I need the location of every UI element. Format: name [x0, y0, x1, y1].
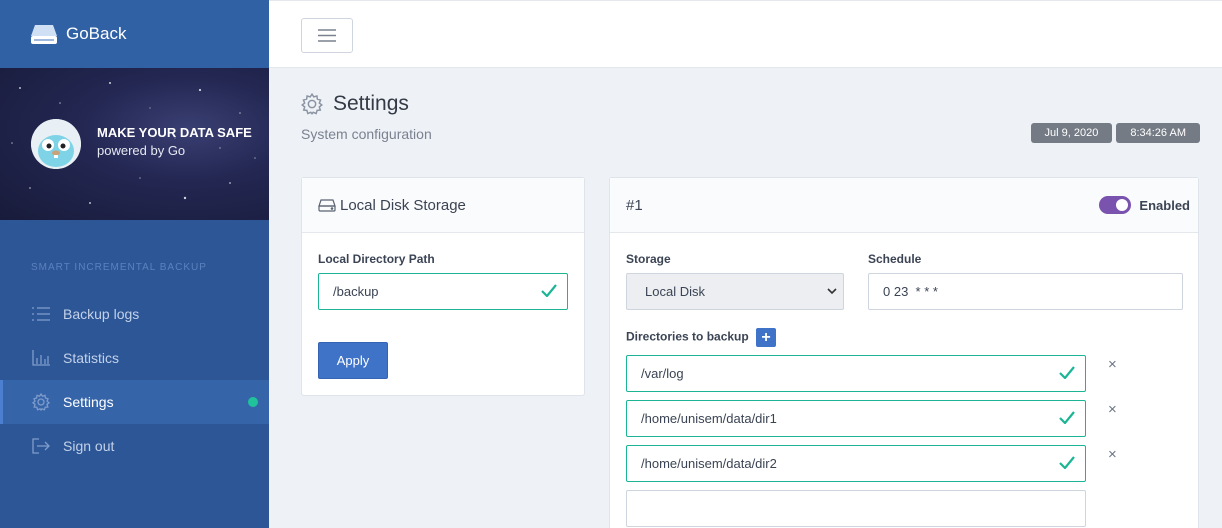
- check-icon: [1059, 456, 1075, 469]
- storage-label: Storage: [626, 252, 671, 266]
- path-label: Local Directory Path: [318, 252, 435, 266]
- local-path-input[interactable]: /backup: [318, 273, 568, 310]
- hamburger-icon: [318, 29, 336, 42]
- select-value: Local Disk: [645, 284, 705, 299]
- backup-job-card: #1 Enabled Storage Local Disk Schedule 0…: [609, 177, 1199, 528]
- remove-directory-button[interactable]: ×: [1108, 446, 1117, 463]
- sidebar-item-settings[interactable]: Settings: [0, 380, 269, 424]
- hard-drive-icon: [318, 198, 336, 212]
- time-badge: 8:34:26 AM: [1116, 123, 1200, 143]
- chevron-down-icon: [827, 288, 837, 295]
- directory-input[interactable]: /home/unisem/data/dir2: [626, 445, 1086, 482]
- gear-icon: [301, 93, 323, 115]
- card-header: Local Disk Storage: [302, 178, 584, 233]
- hero-banner: MAKE YOUR DATA SAFE powered by Go: [0, 68, 269, 220]
- gear-icon: [31, 392, 51, 412]
- enabled-toggle[interactable]: [1099, 196, 1132, 214]
- schedule-input[interactable]: 0 23 * * *: [868, 273, 1183, 310]
- gopher-avatar: [31, 119, 81, 169]
- app-name: GoBack: [66, 24, 127, 43]
- storage-select[interactable]: Local Disk: [626, 273, 844, 310]
- sidebar-item-statistics[interactable]: Statistics: [0, 336, 269, 380]
- enabled-toggle-group[interactable]: Enabled: [1099, 196, 1190, 214]
- directories-label: Directories to backup +: [626, 328, 777, 347]
- topbar: [269, 0, 1222, 68]
- sidebar-nav: Backup logs Statistics Settings Sign out: [0, 292, 269, 468]
- job-title: #1: [626, 196, 643, 214]
- sidebar-item-label: Backup logs: [63, 306, 140, 322]
- sidebar-item-label: Statistics: [63, 350, 120, 366]
- menu-toggle-button[interactable]: [301, 18, 353, 53]
- remove-directory-button[interactable]: ×: [1108, 401, 1117, 418]
- page-subtitle: System configuration: [301, 126, 432, 142]
- sign-out-icon: [31, 436, 51, 456]
- card-title: Local Disk Storage: [340, 196, 466, 214]
- list-icon: [31, 304, 51, 324]
- input-value: /var/log: [641, 366, 684, 381]
- directory-input[interactable]: /home/unisem/data/dir1: [626, 400, 1086, 437]
- sidebar: GoBack MAKE YOUR DATA SAFE powered by Go…: [0, 0, 269, 528]
- schedule-label: Schedule: [868, 252, 922, 266]
- local-disk-card: Local Disk Storage Local Directory Path …: [301, 177, 585, 396]
- sidebar-item-label: Sign out: [63, 438, 115, 454]
- remove-directory-button[interactable]: ×: [1108, 356, 1117, 373]
- check-icon: [1059, 411, 1075, 424]
- datetime-badges: Jul 9, 2020 8:34:26 AM: [1030, 123, 1200, 143]
- page-header: Settings System configuration: [301, 92, 432, 142]
- check-icon: [541, 284, 557, 297]
- brand[interactable]: GoBack: [0, 0, 269, 68]
- add-directory-button[interactable]: +: [756, 328, 777, 347]
- input-value: /home/unisem/data/dir1: [641, 411, 777, 426]
- enabled-label: Enabled: [1139, 197, 1190, 213]
- apply-button[interactable]: Apply: [318, 342, 388, 379]
- active-indicator-dot: [248, 397, 258, 407]
- input-value: /home/unisem/data/dir2: [641, 456, 777, 471]
- page-title: Settings: [333, 92, 409, 115]
- nav-section-title: SMART INCREMENTAL BACKUP: [31, 262, 207, 273]
- directory-input[interactable]: /var/log: [626, 355, 1086, 392]
- bar-chart-icon: [31, 348, 51, 368]
- directory-input-empty[interactable]: [626, 490, 1086, 527]
- hero-title: MAKE YOUR DATA SAFE: [97, 125, 252, 140]
- date-badge: Jul 9, 2020: [1030, 123, 1113, 143]
- sidebar-item-label: Settings: [63, 394, 114, 410]
- sidebar-item-backup-logs[interactable]: Backup logs: [0, 292, 269, 336]
- directories-label-text: Directories to backup: [626, 329, 749, 344]
- sidebar-item-sign-out[interactable]: Sign out: [0, 424, 269, 468]
- input-value: /backup: [333, 284, 379, 299]
- check-icon: [1059, 366, 1075, 379]
- hero-subtitle: powered by Go: [97, 143, 186, 158]
- input-value: 0 23 * * *: [883, 284, 938, 299]
- disk-icon: [31, 25, 57, 44]
